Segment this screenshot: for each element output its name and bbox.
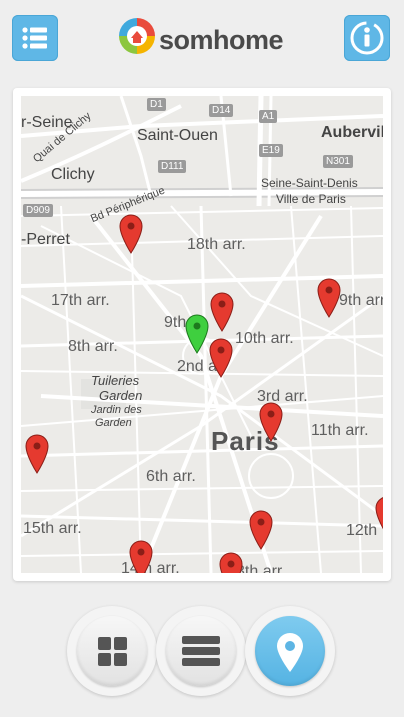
label-10th-arr: 10th arr. <box>235 330 294 347</box>
grid-view-button-ring <box>67 606 157 696</box>
road-shield-a1: A1 <box>259 110 278 123</box>
map-pin-marker[interactable] <box>375 496 383 536</box>
label-11th-arr: 11th arr. <box>311 422 369 439</box>
label-clichy: Clichy <box>51 166 95 183</box>
road-shield-d909: D909 <box>23 204 53 217</box>
label-12th-arr: 12th <box>346 522 378 539</box>
grid-view-button[interactable] <box>77 616 147 686</box>
label-13th-arr: 3th arr. <box>236 563 286 573</box>
list-view-button-ring <box>156 606 246 696</box>
road-shield-d1: D1 <box>147 98 166 111</box>
list-menu-icon <box>22 27 47 49</box>
map-card: D1 D14 A1 D111 E19 N301 D909 r-Seine Sai… <box>13 88 391 581</box>
label-perret: -Perret <box>21 231 70 248</box>
label-ville-de-paris: Ville de Paris <box>276 192 346 206</box>
info-icon <box>350 21 384 55</box>
app-logo: somhome <box>117 16 297 60</box>
road-shield-e19: E19 <box>259 144 283 157</box>
label-tuileries-2: Garden <box>95 417 132 429</box>
label-aubervilliers: Aubervill <box>321 124 383 141</box>
location-pin-icon <box>277 633 303 672</box>
grid-icon <box>98 637 127 666</box>
logo-text: somhome <box>159 25 284 55</box>
logo-mark-icon <box>119 18 155 54</box>
road-shield-d111: D111 <box>158 160 187 173</box>
label-19th-arr: 9th arr <box>339 292 383 309</box>
map-pin-marker[interactable] <box>317 278 341 318</box>
map-view-button[interactable] <box>255 616 325 686</box>
label-18th-arr: 18th arr. <box>187 236 246 253</box>
menu-button[interactable] <box>12 15 58 61</box>
label-seine-saint-denis: Seine-Saint-Denis <box>261 176 358 190</box>
map-pin-marker[interactable] <box>219 552 243 573</box>
map-pin-marker-selected[interactable] <box>185 314 209 354</box>
list-view-button[interactable] <box>166 616 236 686</box>
label-jardin-des: Jardin des <box>91 404 142 416</box>
info-button[interactable] <box>344 15 390 61</box>
map-view-button-ring <box>245 606 335 696</box>
label-saint-ouen: Saint-Ouen <box>137 127 218 144</box>
app-header: somhome <box>0 0 404 82</box>
label-17th-arr: 17th arr. <box>51 292 110 309</box>
map-pin-marker[interactable] <box>259 402 283 442</box>
map-pin-marker[interactable] <box>249 510 273 550</box>
label-tuileries: Tuileries <box>91 373 140 388</box>
label-6th-arr: 6th arr. <box>146 468 196 485</box>
map-pin-marker[interactable] <box>209 338 233 378</box>
road-shield-d14: D14 <box>209 104 234 117</box>
map-view[interactable]: D1 D14 A1 D111 E19 N301 D909 r-Seine Sai… <box>21 96 383 573</box>
label-9th-arr: 9th <box>164 314 187 331</box>
map-pin-marker[interactable] <box>129 540 153 573</box>
label-15th-arr: 15th arr. <box>23 520 82 537</box>
list-icon <box>182 636 220 666</box>
map-pin-marker[interactable] <box>119 214 143 254</box>
bottom-navigation <box>0 600 404 717</box>
label-8th-arr: 8th arr. <box>68 338 118 355</box>
label-garden: Garden <box>99 388 143 403</box>
road-shield-n301: N301 <box>323 155 353 168</box>
map-pin-marker[interactable] <box>210 292 234 332</box>
map-pin-marker[interactable] <box>25 434 49 474</box>
